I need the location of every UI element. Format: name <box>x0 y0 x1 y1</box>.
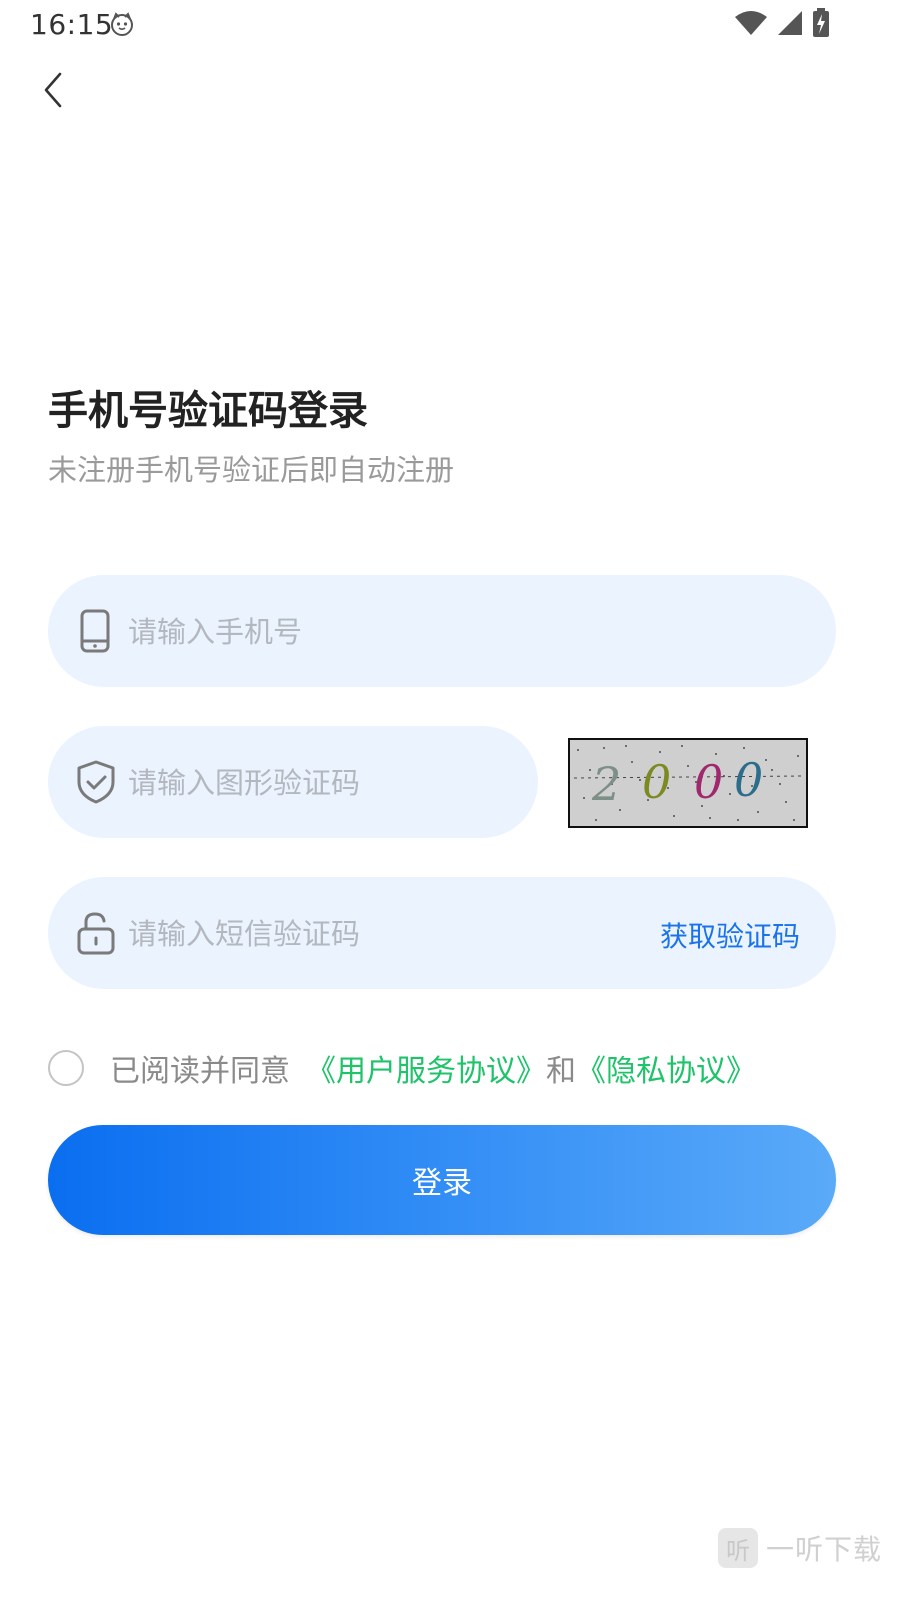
page-title: 手机号验证码登录 <box>48 388 368 434</box>
get-code-button[interactable]: 获取验证码 <box>660 915 800 955</box>
agree-prefix-text: 已阅读并同意 <box>110 1054 290 1089</box>
status-indicators <box>734 8 830 38</box>
sms-code-field[interactable]: 获取验证码 <box>48 877 836 991</box>
captcha-graphic: 2 0 0 0 <box>573 745 803 821</box>
agreement-row: 已阅读并同意 《用户服务协议》 和 《隐私协议》 <box>48 1046 756 1090</box>
privacy-link[interactable]: 《隐私协议》 <box>576 1046 756 1090</box>
captcha-input[interactable] <box>126 726 510 840</box>
captcha-char-1: 2 <box>591 757 621 811</box>
captcha-char-4: 0 <box>734 753 763 807</box>
agree-and-text: 和 <box>546 1054 576 1089</box>
phone-icon <box>80 609 110 653</box>
login-button[interactable]: 登录 <box>48 1125 836 1235</box>
captcha-char-2: 0 <box>642 755 671 809</box>
signal-icon <box>778 11 802 35</box>
sms-code-input[interactable] <box>126 877 630 991</box>
phone-field[interactable] <box>48 575 836 689</box>
battery-charging-icon <box>813 8 829 37</box>
watermark: 听 一听下载 <box>717 1528 882 1568</box>
wifi-icon <box>735 11 767 35</box>
captcha-field[interactable] <box>48 726 538 840</box>
agree-checkbox[interactable] <box>48 1050 84 1086</box>
shield-check-icon <box>77 760 115 804</box>
page-subtitle: 未注册手机号验证后即自动注册 <box>48 453 455 487</box>
phone-input[interactable] <box>126 575 790 689</box>
unlock-icon <box>77 912 115 955</box>
status-bar: 16:15 <box>0 0 900 48</box>
chevron-left-icon <box>44 72 62 108</box>
back-button[interactable] <box>28 66 76 114</box>
watermark-logo-icon: 听 <box>717 1528 758 1568</box>
captcha-image[interactable]: 2 0 0 0 <box>568 738 808 828</box>
watermark-text: 一听下载 <box>765 1533 882 1566</box>
captcha-char-3: 0 <box>694 755 723 809</box>
terms-link[interactable]: 《用户服务协议》 <box>306 1046 546 1090</box>
status-time: 16:15 <box>30 8 114 41</box>
cat-face-icon <box>111 12 133 36</box>
